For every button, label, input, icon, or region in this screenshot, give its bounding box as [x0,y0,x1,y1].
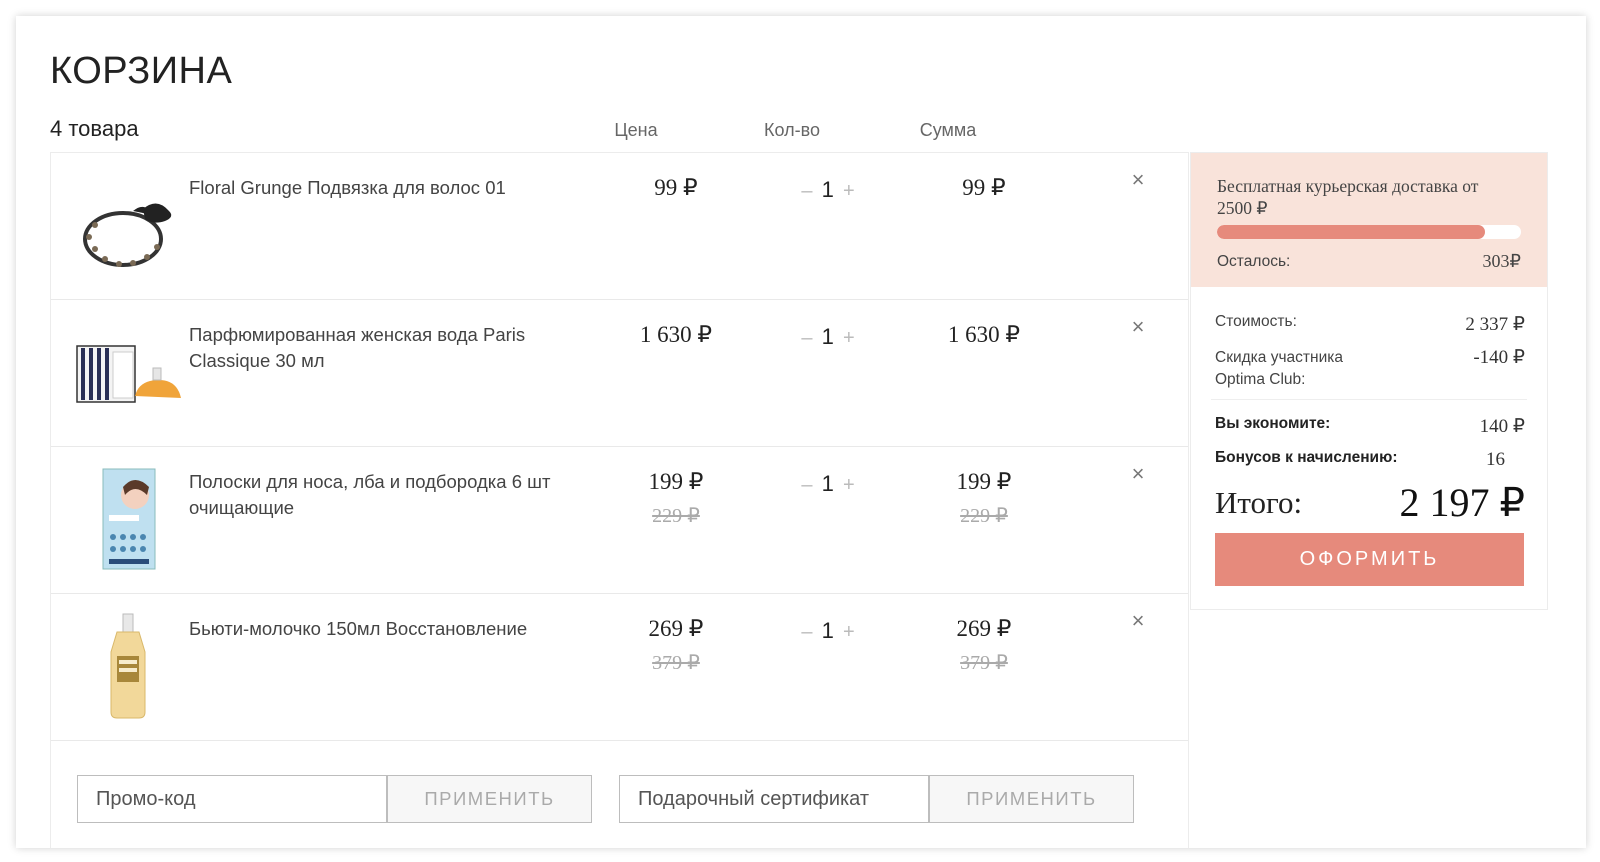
cart-item-row: Floral Grunge Подвязка для волос 01 99 ₽… [51,153,1188,300]
remaining-value: 303₽ [1482,251,1521,271]
quantity-stepper: – 1 + [773,618,883,644]
decrease-qty-button[interactable]: – [798,327,815,349]
free-delivery-banner: Бесплатная курьерская доставка от 2500 ₽… [1191,153,1547,287]
gift-certificate-input[interactable]: Подарочный сертификат [619,775,929,823]
delivery-progress-bar [1217,225,1521,239]
increase-qty-button[interactable]: + [840,474,858,496]
item-price: 269 ₽ [648,616,704,641]
item-sum: 269 ₽ [956,616,1012,641]
decrease-qty-button[interactable]: – [798,621,815,643]
hair-band-icon[interactable] [73,171,183,281]
bonus-label: Бонусов к начислению: [1215,449,1398,466]
item-old-sum: 379 ₽ [960,652,1008,674]
remaining-label: Осталось: [1217,253,1291,270]
item-old-sum: 229 ₽ [960,505,1008,527]
cost-value: 2 337 ₽ [1465,314,1525,335]
decrease-qty-button[interactable]: – [798,474,815,496]
quantity-value: 1 [821,618,834,643]
quantity-stepper: – 1 + [773,177,883,203]
cart-item-row: Бьюти-молочко 150мл Восстановление 269 ₽… [51,594,1188,741]
summary-divider [1211,399,1527,400]
apply-promo-button[interactable]: ПРИМЕНИТЬ [387,775,592,823]
item-price: 99 ₽ [654,175,698,200]
increase-qty-button[interactable]: + [840,327,858,349]
cost-row: Стоимость: 2 337 ₽ [1215,313,1525,335]
bonus-row: Бонусов к начислению: 16 [1215,449,1525,470]
total-value: 2 197 ₽ [1399,480,1525,525]
quantity-stepper: – 1 + [773,471,883,497]
item-price: 1 630 ₽ [639,322,713,347]
apply-certificate-button[interactable]: ПРИМЕНИТЬ [929,775,1134,823]
page-title: КОРЗИНА [50,50,233,92]
item-sum: 1 630 ₽ [947,322,1021,347]
perfume-box-icon[interactable] [73,318,183,428]
promo-code-input[interactable]: Промо-код [77,775,387,823]
close-icon[interactable]: × [1127,463,1149,485]
delivery-text: Бесплатная курьерская доставка от 2500 ₽ [1217,176,1479,218]
product-name[interactable]: Парфюмированная женская вода Paris Class… [189,322,569,374]
savings-label: Вы экономите: [1215,415,1331,432]
column-header-qty: Кол-во [764,120,820,140]
close-icon[interactable]: × [1127,169,1149,191]
column-header-sum: Сумма [919,120,977,140]
gift-certificate-form: Подарочный сертификат ПРИМЕНИТЬ [619,775,1135,825]
decrease-qty-button[interactable]: – [798,180,815,202]
item-old-price: 229 ₽ [652,505,700,527]
checkout-button[interactable]: ОФОРМИТЬ [1215,533,1524,586]
item-sum: 199 ₽ [956,469,1012,494]
increase-qty-button[interactable]: + [840,621,858,643]
quantity-stepper: – 1 + [773,324,883,350]
quantity-value: 1 [821,324,834,349]
total-label: Итого: [1215,485,1303,520]
bonus-value: 16 [1486,449,1505,470]
cart-page: КОРЗИНА 4 товара Цена Кол-во Сумма Flora… [16,16,1586,848]
column-header-price: Цена [614,120,658,140]
cart-items-table: Floral Grunge Подвязка для волос 01 99 ₽… [50,152,1189,848]
product-name[interactable]: Бьюти-молочко 150мл Восстановление [189,616,569,642]
promo-code-form: Промо-код ПРИМЕНИТЬ [77,775,593,825]
savings-value: 140 ₽ [1479,416,1525,437]
cart-item-row: Полоски для носа, лба и подбородка 6 шт … [51,447,1188,594]
items-count: 4 товара [50,116,139,141]
close-icon[interactable]: × [1127,316,1149,338]
discount-value: -140 ₽ [1473,347,1525,368]
quantity-value: 1 [821,471,834,496]
order-summary: Бесплатная курьерская доставка от 2500 ₽… [1190,152,1548,610]
product-name[interactable]: Полоски для носа, лба и подбородка 6 шт … [189,469,569,521]
discount-label: Скидка участника Optima Club: [1215,349,1343,388]
item-old-price: 379 ₽ [652,652,700,674]
nose-strips-box-icon[interactable] [73,465,183,575]
cost-label: Стоимость: [1215,313,1297,330]
close-icon[interactable]: × [1127,610,1149,632]
quantity-value: 1 [821,177,834,202]
increase-qty-button[interactable]: + [840,180,858,202]
item-price: 199 ₽ [648,469,704,494]
delivery-progress-fill [1217,225,1485,239]
discount-row: Скидка участника Optima Club: -140 ₽ [1215,347,1525,391]
item-sum: 99 ₽ [962,175,1006,200]
milk-bottle-icon[interactable] [73,612,183,722]
product-name[interactable]: Floral Grunge Подвязка для волос 01 [189,175,569,201]
cart-item-row: Парфюмированная женская вода Paris Class… [51,300,1188,447]
savings-row: Вы экономите: 140 ₽ [1215,415,1525,437]
